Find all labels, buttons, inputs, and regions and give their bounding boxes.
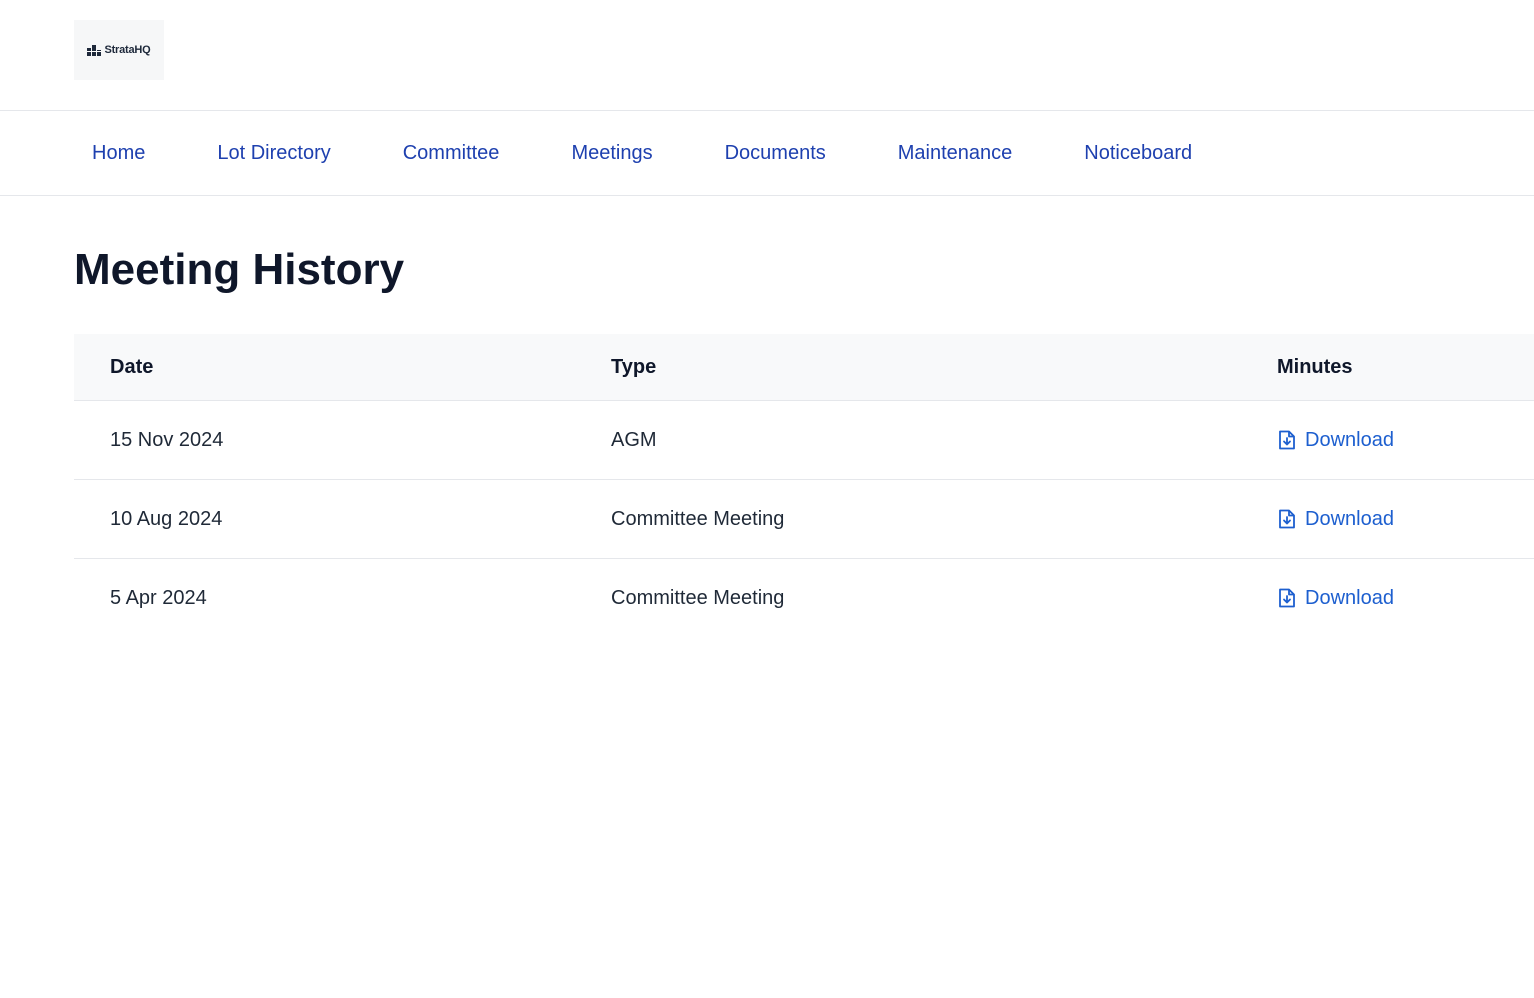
cell-type: Committee Meeting: [611, 587, 785, 609]
building-blocks-icon: [87, 44, 102, 56]
cell-date: 5 Apr 2024: [110, 587, 207, 609]
site-header: StrataHQ: [0, 0, 1534, 111]
column-header-minutes: Minutes: [1277, 356, 1353, 378]
logo[interactable]: StrataHQ: [74, 20, 164, 80]
cell-date: 10 Aug 2024: [110, 508, 223, 530]
download-minutes-link[interactable]: Download: [1277, 401, 1394, 479]
main-nav: Home Lot Directory Committee Meetings Do…: [0, 111, 1534, 196]
nav-item-documents[interactable]: Documents: [707, 142, 844, 165]
cell-type: Committee Meeting: [611, 508, 785, 530]
nav-item-maintenance[interactable]: Maintenance: [880, 142, 1031, 165]
download-label: Download: [1305, 508, 1394, 530]
download-minutes-link[interactable]: Download: [1277, 559, 1394, 637]
table-row: 10 Aug 2024 Committee Meeting Download: [74, 480, 1534, 559]
file-download-icon: [1279, 509, 1295, 529]
table-header: Date Type Minutes: [74, 334, 1534, 401]
meetings-table: Date Type Minutes 15 Nov 2024 AGM Downlo…: [74, 334, 1534, 637]
cell-date: 15 Nov 2024: [110, 429, 224, 451]
logo-text: StrataHQ: [104, 44, 151, 56]
download-label: Download: [1305, 429, 1394, 451]
nav-item-committee[interactable]: Committee: [385, 142, 518, 165]
cell-type: AGM: [611, 429, 657, 451]
table-row: 5 Apr 2024 Committee Meeting Download: [74, 559, 1534, 637]
download-label: Download: [1305, 587, 1394, 609]
table-row: 15 Nov 2024 AGM Download: [74, 401, 1534, 480]
nav-item-noticeboard[interactable]: Noticeboard: [1066, 142, 1210, 165]
nav-item-meetings[interactable]: Meetings: [553, 142, 670, 165]
download-minutes-link[interactable]: Download: [1277, 480, 1394, 558]
file-download-icon: [1279, 430, 1295, 450]
column-header-date: Date: [110, 356, 154, 378]
nav-item-home[interactable]: Home: [74, 142, 163, 165]
column-header-type: Type: [611, 356, 657, 378]
nav-item-lot-directory[interactable]: Lot Directory: [199, 142, 348, 165]
page-title: Meeting History: [74, 245, 405, 294]
file-download-icon: [1279, 588, 1295, 608]
